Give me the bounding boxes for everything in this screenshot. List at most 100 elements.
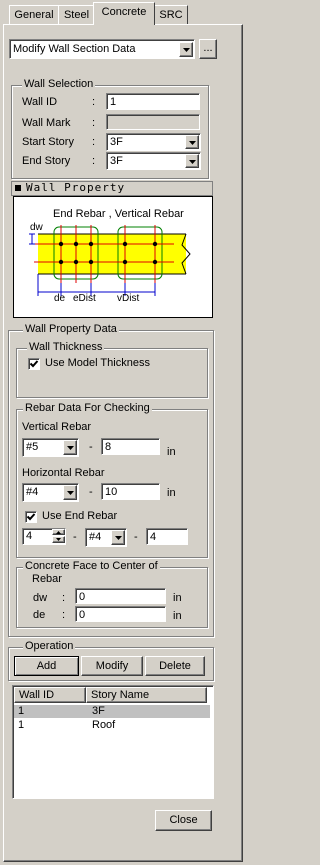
diagram-de-label: de xyxy=(54,293,66,304)
wall-property-header: Wall Property xyxy=(11,181,213,196)
wall-mark-label: Wall Mark xyxy=(22,117,71,129)
cover-dw-label: dw xyxy=(33,592,48,604)
end-rebar-dash-2: - xyxy=(134,531,138,543)
rebar-dot xyxy=(58,259,64,265)
table-cell: 3F xyxy=(92,705,105,717)
use-model-thickness-checkbox[interactable] xyxy=(28,358,40,370)
diagram-vdist-label: vDist xyxy=(117,293,140,304)
horizontal-rebar-size-value: #4 xyxy=(26,486,39,498)
mode-select-value: Modify Wall Section Data xyxy=(13,43,136,55)
end-rebar-size-value: #4 xyxy=(89,531,102,543)
wall-thickness-group: Wall Thickness xyxy=(16,341,208,398)
vertical-rebar-size-value: #5 xyxy=(26,441,39,453)
list-header-story-name[interactable]: Story Name xyxy=(86,687,207,703)
spin-down-icon[interactable] xyxy=(52,536,65,543)
add-button[interactable]: Add xyxy=(14,656,79,676)
use-model-thickness-label: Use Model Thickness xyxy=(45,357,150,369)
horizontal-rebar-size-select[interactable]: #4 xyxy=(22,483,79,502)
wall-property-title: Wall Property xyxy=(26,181,126,194)
wall-thickness-title: Wall Thickness xyxy=(27,341,105,353)
use-end-rebar-label: Use End Rebar xyxy=(42,510,118,522)
use-end-rebar-checkbox[interactable] xyxy=(25,511,37,523)
spin-up-icon[interactable] xyxy=(52,529,65,535)
tab-general[interactable]: General xyxy=(9,5,59,24)
end-story-value: 3F xyxy=(110,155,123,167)
horizontal-rebar-unit: in xyxy=(167,487,176,499)
table-cell: 1 xyxy=(18,719,25,731)
square-bullet-icon xyxy=(15,185,21,191)
cover-de-colon: : xyxy=(62,609,66,621)
mode-select[interactable]: Modify Wall Section Data xyxy=(9,39,195,59)
chevron-down-icon[interactable] xyxy=(185,135,199,149)
rebar-dot xyxy=(58,241,64,247)
vertical-rebar-spacing-field[interactable]: 8 xyxy=(101,438,160,455)
end-story-label: End Story xyxy=(22,155,71,167)
diagram-edist-label: eDist xyxy=(73,293,96,304)
horizontal-rebar-label: Horizontal Rebar xyxy=(22,467,105,479)
wall-selection-title: Wall Selection xyxy=(22,78,96,90)
cover-de-field[interactable]: 0 xyxy=(75,606,166,622)
end-rebar-spacing-field[interactable]: 4 xyxy=(146,528,188,545)
start-story-label: Start Story xyxy=(22,136,74,148)
rebar-data-title: Rebar Data For Checking xyxy=(23,402,152,414)
modify-button[interactable]: Modify xyxy=(81,656,143,676)
rebar-dot xyxy=(122,259,128,265)
wall-mark-field xyxy=(106,114,200,130)
close-button[interactable]: Close xyxy=(155,810,212,831)
rebar-dot xyxy=(122,241,128,247)
checkmark-icon xyxy=(26,513,36,521)
wall-section-fill xyxy=(38,234,186,274)
horizontal-rebar-dash: - xyxy=(89,486,93,498)
end-rebar-dash: - xyxy=(73,531,77,543)
wall-id-colon: : xyxy=(92,96,96,108)
diagram-top-label: End Rebar , Vertical Rebar xyxy=(53,208,184,220)
tab-steel[interactable]: Steel xyxy=(58,5,95,24)
table-cell: Roof xyxy=(92,719,116,731)
checkmark-icon xyxy=(29,360,39,368)
cover-de-unit: in xyxy=(173,610,182,622)
rebar-dot xyxy=(88,259,94,265)
operation-title: Operation xyxy=(23,640,76,652)
chevron-down-icon[interactable] xyxy=(185,154,199,168)
table-row[interactable]: 1 3F xyxy=(14,705,210,718)
end-story-colon: : xyxy=(92,155,96,167)
tab-src[interactable]: SRC xyxy=(154,5,188,24)
vertical-rebar-size-select[interactable]: #5 xyxy=(22,438,79,457)
end-rebar-count-spinner[interactable]: 4 xyxy=(22,528,66,545)
vertical-rebar-dash: - xyxy=(89,441,93,453)
start-story-select[interactable]: 3F xyxy=(106,133,201,151)
chevron-down-icon[interactable] xyxy=(63,485,77,500)
cover-dw-unit: in xyxy=(173,592,182,604)
cover-dw-field[interactable]: 0 xyxy=(75,588,166,604)
delete-button[interactable]: Delete xyxy=(145,656,205,676)
diagram-dw-label: dw xyxy=(30,222,43,233)
rebar-dot xyxy=(152,259,158,265)
wall-id-field[interactable]: 1 xyxy=(106,93,200,110)
chevron-down-icon[interactable] xyxy=(179,42,193,57)
rebar-dot xyxy=(73,259,79,265)
rebar-dot xyxy=(88,241,94,247)
wall-id-label: Wall ID xyxy=(22,96,58,108)
wall-diagram: End Rebar , Vertical Rebar dw de eDist v… xyxy=(13,196,213,318)
end-rebar-size-select[interactable]: #4 xyxy=(85,528,127,547)
horizontal-rebar-spacing-field[interactable]: 10 xyxy=(101,483,160,500)
wall-mark-colon: : xyxy=(92,117,96,129)
rebar-dot xyxy=(73,241,79,247)
more-button[interactable]: ... xyxy=(199,39,217,59)
wall-list[interactable]: Wall ID Story Name 1 3F 1 Roof xyxy=(12,685,214,799)
cover-dw-colon: : xyxy=(62,592,66,604)
start-story-value: 3F xyxy=(110,136,123,148)
end-story-select[interactable]: 3F xyxy=(106,152,201,170)
vertical-rebar-unit: in xyxy=(167,446,176,458)
chevron-down-icon[interactable] xyxy=(63,440,77,455)
list-header-wall-id[interactable]: Wall ID xyxy=(14,687,86,703)
table-row[interactable]: 1 Roof xyxy=(14,719,210,732)
concrete-cover-title-2: Rebar xyxy=(32,573,62,585)
concrete-cover-title-1: Concrete Face to Center of xyxy=(23,560,160,572)
tab-concrete[interactable]: Concrete xyxy=(93,2,155,25)
rebar-dot xyxy=(152,241,158,247)
chevron-down-icon[interactable] xyxy=(111,530,125,545)
cover-de-label: de xyxy=(33,609,46,621)
vertical-rebar-label: Vertical Rebar xyxy=(22,421,92,433)
start-story-colon: : xyxy=(92,136,96,148)
